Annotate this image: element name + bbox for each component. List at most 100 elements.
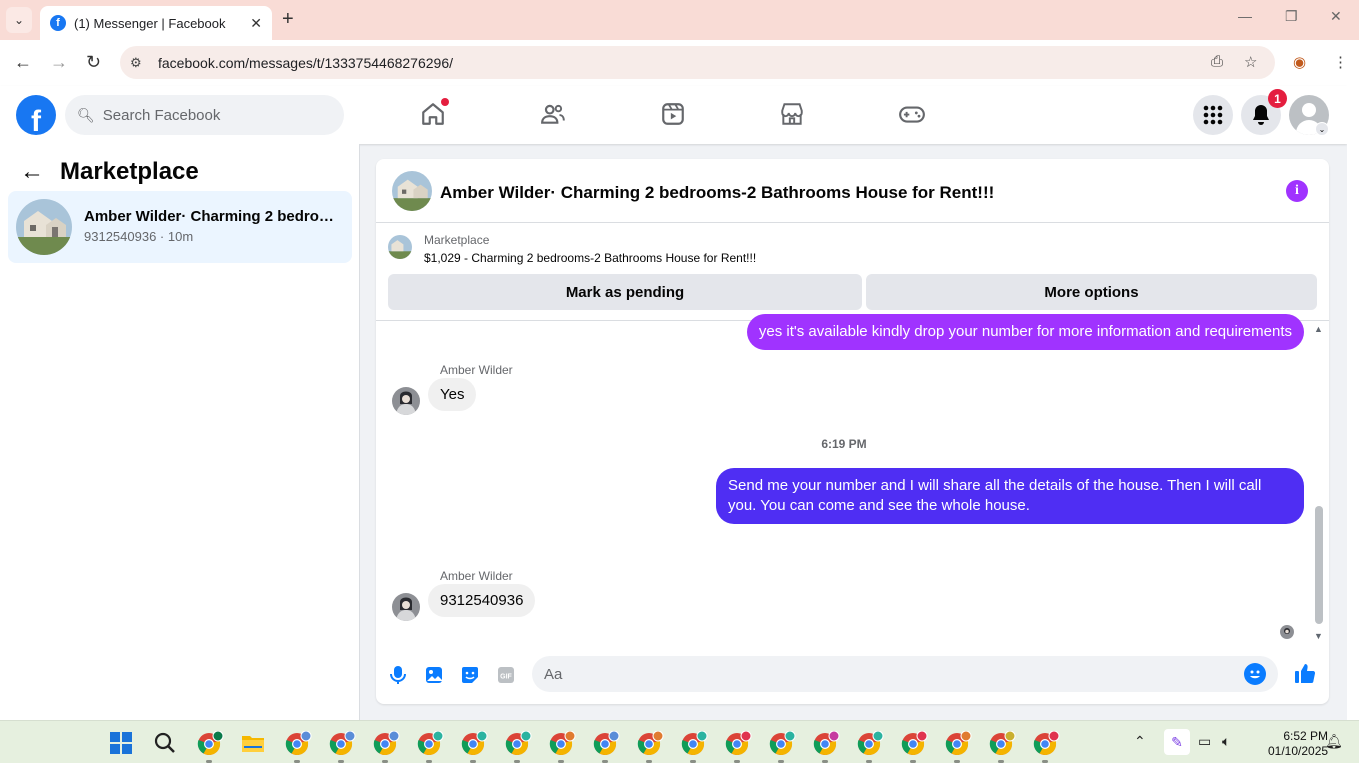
chrome-profile-icon[interactable] xyxy=(681,730,708,763)
chrome-profile-icon[interactable] xyxy=(813,730,840,763)
browser-toolbar: ← → ↻ ⚙ facebook.com/messages/t/13337544… xyxy=(0,40,1359,86)
chrome-profile-icon[interactable] xyxy=(461,730,488,763)
forward-button[interactable]: → xyxy=(50,52,68,73)
gaming-icon[interactable] xyxy=(898,100,926,128)
chrome-profile-icon[interactable] xyxy=(769,730,796,763)
chat-title[interactable]: Amber Wilder· Charming 2 bedrooms-2 Bath… xyxy=(440,183,994,203)
notification-bell-icon[interactable]: 🔔︎ xyxy=(1325,733,1343,750)
page-scrollbar[interactable] xyxy=(1347,86,1359,720)
windows-start-icon[interactable] xyxy=(109,731,133,755)
chrome-profile-icon[interactable] xyxy=(725,730,752,763)
marketplace-icon[interactable] xyxy=(778,100,806,128)
sender-name: Amber Wilder xyxy=(440,569,513,583)
pen-tray-icon[interactable]: ✎ xyxy=(1164,729,1190,755)
chrome-profile-icon[interactable] xyxy=(505,730,532,763)
listing-label: Marketplace xyxy=(424,233,490,247)
video-icon[interactable] xyxy=(659,100,687,128)
scroll-up-arrow-icon[interactable]: ▲ xyxy=(1314,324,1323,334)
notification-badge: 1 xyxy=(1268,89,1287,108)
listing-thumbnail xyxy=(16,199,72,255)
message-bubble-outgoing[interactable]: Send me your number and I will share all… xyxy=(716,468,1304,524)
chrome-profile-icon[interactable] xyxy=(285,730,312,763)
facebook-logo-icon[interactable]: f xyxy=(16,95,56,135)
browser-menu-icon[interactable]: ⋮ xyxy=(1333,53,1348,71)
chat-listing-thumbnail[interactable] xyxy=(392,171,432,211)
home-icon[interactable] xyxy=(419,98,449,128)
photo-icon[interactable] xyxy=(423,664,445,686)
info-icon[interactable]: i xyxy=(1286,180,1308,202)
gif-icon[interactable]: GIF xyxy=(495,664,517,686)
message-input-box[interactable] xyxy=(532,656,1278,692)
chrome-profile-icon[interactable] xyxy=(989,730,1016,763)
chrome-profile-icon[interactable] xyxy=(197,730,224,763)
restore-icon[interactable]: ❐ xyxy=(1285,8,1298,25)
search-input[interactable] xyxy=(102,106,323,124)
chevron-down-icon[interactable]: ⌄ xyxy=(1315,122,1329,136)
chrome-profile-icon[interactable] xyxy=(901,730,928,763)
message-bubble-outgoing[interactable]: yes it's available kindly drop your numb… xyxy=(746,314,1304,350)
chrome-profile-icon[interactable] xyxy=(549,730,576,763)
chrome-profile-icon[interactable] xyxy=(417,730,444,763)
search-icon[interactable] xyxy=(153,731,177,755)
chrome-profile-icon[interactable] xyxy=(373,730,400,763)
tab-close-icon[interactable]: ✕ xyxy=(250,15,262,32)
chrome-profile-icon[interactable] xyxy=(329,730,356,763)
listing-small-thumbnail[interactable] xyxy=(388,235,412,259)
message-scrollbar[interactable] xyxy=(1315,506,1323,624)
microphone-icon[interactable] xyxy=(387,664,409,686)
notifications-button[interactable]: 1 xyxy=(1241,89,1287,135)
tab-list-button[interactable]: ⌄ xyxy=(6,7,32,33)
message-input[interactable] xyxy=(544,665,1224,683)
tray-overflow-chevron-icon[interactable]: ⌃ xyxy=(1134,733,1146,750)
site-info-icon[interactable]: ⚙ xyxy=(130,55,150,71)
message-timestamp: 6:19 PM xyxy=(821,437,867,451)
minimize-icon[interactable]: — xyxy=(1238,8,1252,24)
mark-as-pending-button[interactable]: Mark as pending xyxy=(388,274,862,310)
scroll-down-arrow-icon[interactable]: ▼ xyxy=(1314,631,1323,641)
seen-avatar xyxy=(1280,625,1294,639)
chat-panel: Amber Wilder· Charming 2 bedrooms-2 Bath… xyxy=(376,159,1329,704)
back-button[interactable]: ← xyxy=(14,52,32,73)
volume-icon[interactable]: 🔈︎ xyxy=(1222,733,1230,750)
message-thread[interactable]: yes it's available kindly drop your numb… xyxy=(376,314,1329,642)
browser-tab[interactable]: f (1) Messenger | Facebook ✕ xyxy=(40,6,272,40)
sticker-icon[interactable] xyxy=(459,664,481,686)
back-arrow-icon[interactable]: ← xyxy=(20,158,44,186)
address-bar[interactable]: ⚙ facebook.com/messages/t/13337544682762… xyxy=(120,46,1275,79)
thumbs-up-icon[interactable] xyxy=(1294,662,1316,684)
chrome-profile-icon[interactable] xyxy=(857,730,884,763)
conversation-list-panel: ← Marketplace Amber Wilder· Charming 2 b… xyxy=(0,144,360,720)
browser-tab-bar: ⌄ f (1) Messenger | Facebook ✕ + — ❐ ✕ xyxy=(0,0,1359,40)
url-text[interactable]: facebook.com/messages/t/1333754468276296… xyxy=(158,55,453,71)
close-window-icon[interactable]: ✕ xyxy=(1330,8,1342,25)
sender-avatar[interactable] xyxy=(392,387,420,415)
chrome-profile-icon[interactable] xyxy=(945,730,972,763)
emoji-icon[interactable] xyxy=(1244,663,1266,685)
bookmark-star-icon[interactable]: ☆ xyxy=(1244,53,1257,71)
more-options-button[interactable]: More options xyxy=(866,274,1317,310)
home-notification-dot xyxy=(441,98,449,106)
chrome-profile-icon[interactable] xyxy=(637,730,664,763)
sender-avatar[interactable] xyxy=(392,593,420,621)
install-app-icon[interactable]: ⎙ xyxy=(1211,53,1223,70)
taskbar-clock[interactable]: 6:52 PM 01/10/2025 xyxy=(1268,729,1328,759)
listing-title[interactable]: $1,029 - Charming 2 bedrooms-2 Bathrooms… xyxy=(424,251,756,265)
chrome-profile-icon[interactable] xyxy=(593,730,620,763)
chrome-profile-icon[interactable] xyxy=(1033,730,1060,763)
profile-icon[interactable]: ◉ xyxy=(1293,53,1306,71)
menu-grid-button[interactable] xyxy=(1193,95,1233,135)
clock-time: 6:52 PM xyxy=(1283,729,1329,743)
reload-button[interactable]: ↻ xyxy=(86,52,101,73)
facebook-search[interactable]: 🔍︎ xyxy=(65,95,344,135)
new-tab-button[interactable]: + xyxy=(282,8,294,31)
conversation-subtitle: 9312540936 · 10m xyxy=(84,229,194,244)
conversation-item[interactable]: Amber Wilder· Charming 2 bedroo... 93125… xyxy=(8,191,352,263)
conversation-title: Amber Wilder· Charming 2 bedroo... xyxy=(84,208,339,225)
file-explorer-icon[interactable] xyxy=(241,731,265,755)
bell-icon xyxy=(1253,105,1269,125)
facebook-favicon-icon: f xyxy=(50,15,66,31)
message-bubble-incoming[interactable]: 9312540936 xyxy=(428,584,536,617)
friends-icon[interactable] xyxy=(539,100,567,128)
message-bubble-incoming[interactable]: Yes xyxy=(428,378,477,411)
network-icon[interactable]: ▭ xyxy=(1198,733,1211,750)
